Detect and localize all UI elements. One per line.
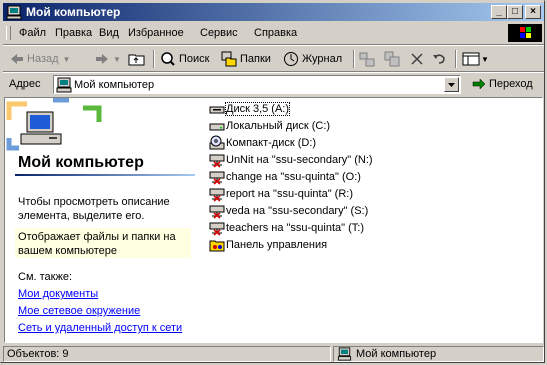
menu-edit[interactable]: Правка: [55, 27, 92, 39]
folders-label: Папки: [240, 53, 271, 65]
status-panel-zone: Мой компьютер: [333, 346, 544, 362]
forward-dropdown-icon[interactable]: ▼: [113, 55, 121, 64]
toolbar-separator: [353, 50, 355, 68]
delete-button[interactable]: [409, 50, 425, 68]
title-bar[interactable]: Мой компьютер _ □ ×: [3, 3, 544, 21]
standard-toolbar: Назад ▼ ▼ Поиск Папки Журнал ▼: [3, 47, 544, 71]
pane-title-underline: [15, 174, 195, 176]
item-label: Компакт-диск (D:): [226, 137, 317, 149]
views-button[interactable]: ▼: [462, 50, 489, 68]
menu-favorites[interactable]: Избранное: [128, 27, 184, 39]
address-label: Адрес: [9, 78, 41, 90]
undo-button[interactable]: [431, 50, 447, 68]
address-dropdown-button[interactable]: [444, 77, 459, 92]
floppy-drive-icon: [209, 106, 225, 114]
status-count: Объектов: 9: [7, 348, 69, 360]
item-label: veda на "ssu-secondary" (S:): [226, 205, 369, 217]
move-to-button[interactable]: [359, 50, 375, 68]
maximize-button[interactable]: □: [507, 5, 523, 19]
pane-hint: Отображает файлы и папки на вашем компью…: [15, 228, 191, 258]
item-label: Локальный диск (C:): [226, 120, 331, 132]
menu-file[interactable]: Файл: [19, 27, 46, 39]
link-network-dial-up[interactable]: Сеть и удаленный доступ к сети: [18, 322, 182, 334]
address-field[interactable]: Мой компьютер: [53, 75, 461, 94]
back-dropdown-icon[interactable]: ▼: [63, 55, 71, 64]
toolbar-separator: [153, 50, 155, 68]
item-label: change на "ssu-quinta" (O:): [226, 171, 361, 183]
content-area: Мой компьютер Чтобы просмотреть описание…: [4, 97, 543, 343]
menu-view[interactable]: Вид: [99, 27, 119, 39]
up-button[interactable]: [128, 50, 146, 68]
disconnected-network-drive-icon: [209, 205, 225, 219]
pane-description: Чтобы просмотреть описание элемента, выд…: [18, 196, 170, 222]
history-button[interactable]: Журнал: [283, 50, 342, 68]
forward-arrow-icon: [96, 54, 108, 64]
my-computer-banner-icon: [6, 98, 102, 151]
disconnected-network-drive-icon: [209, 222, 225, 236]
link-my-documents[interactable]: Мои документы: [18, 288, 98, 300]
address-bar: Адрес Мой компьютер Переход: [3, 73, 544, 95]
search-button[interactable]: Поиск: [160, 50, 209, 68]
undo-icon: [433, 54, 445, 64]
link-my-network-places[interactable]: Мое сетевое окружение: [18, 305, 140, 317]
my-computer-icon: [337, 347, 352, 361]
delete-icon: [411, 53, 423, 65]
item-label: Панель управления: [226, 239, 328, 251]
back-label: Назад: [27, 53, 59, 65]
windows-logo-icon: [508, 24, 542, 42]
folder-up-icon: [128, 54, 145, 66]
see-also-label: См. также:: [18, 271, 72, 283]
menu-bar: Файл Правка Вид Избранное Сервис Справка: [3, 23, 544, 43]
chevron-down-icon: [448, 83, 455, 87]
go-arrow-icon: [472, 78, 486, 90]
move-to-icon: [359, 52, 375, 67]
close-button[interactable]: ×: [525, 5, 541, 19]
history-icon: [284, 52, 298, 66]
status-bar: Объектов: 9 Мой компьютер: [3, 345, 544, 362]
my-computer-icon: [56, 77, 72, 93]
search-label: Поиск: [179, 53, 210, 65]
views-icon: [462, 52, 480, 66]
my-computer-icon: [6, 5, 22, 20]
menu-separator: [3, 44, 544, 46]
go-label: Переход: [489, 78, 533, 90]
back-arrow-icon: [11, 54, 23, 64]
status-location: Мой компьютер: [356, 348, 437, 360]
disconnected-network-drive-icon: [209, 154, 225, 168]
folders-button[interactable]: Папки: [221, 50, 271, 68]
search-icon: [161, 52, 175, 66]
copy-to-icon: [384, 51, 400, 67]
address-value: Мой компьютер: [74, 79, 155, 91]
status-panel-count: Объектов: 9: [3, 346, 331, 362]
webview-info-pane: Мой компьютер Чтобы просмотреть описание…: [5, 98, 195, 342]
item-label: UnNit на "ssu-secondary" (N:): [226, 154, 373, 166]
menu-tools[interactable]: Сервис: [200, 27, 238, 39]
minimize-button[interactable]: _: [491, 5, 507, 19]
forward-button[interactable]: ▼: [94, 50, 121, 68]
window-title: Мой компьютер: [26, 5, 121, 19]
cd-drive-icon: [209, 135, 225, 150]
explorer-window: Мой компьютер _ □ × Файл Правка Вид Избр…: [0, 0, 545, 363]
hard-drive-icon: [209, 123, 225, 131]
disconnected-network-drive-icon: [209, 171, 225, 185]
item-label: report на "ssu-quinta" (R:): [226, 188, 353, 200]
pane-title: Мой компьютер: [18, 154, 144, 171]
views-dropdown-icon[interactable]: ▼: [481, 55, 489, 64]
item-label: Диск 3,5 (A:): [224, 102, 291, 116]
item-label: teachers на "ssu-quinta" (T:): [226, 222, 364, 234]
history-label: Журнал: [302, 53, 343, 65]
go-button[interactable]: Переход: [471, 76, 533, 92]
menu-help[interactable]: Справка: [254, 27, 297, 39]
copy-to-button[interactable]: [384, 50, 400, 68]
toolbar-separator: [455, 50, 457, 68]
control-panel-icon: [209, 240, 225, 252]
disconnected-network-drive-icon: [209, 188, 225, 202]
folders-icon: [221, 51, 237, 67]
back-button[interactable]: Назад ▼: [9, 50, 70, 68]
menubar-grip[interactable]: [6, 26, 11, 40]
